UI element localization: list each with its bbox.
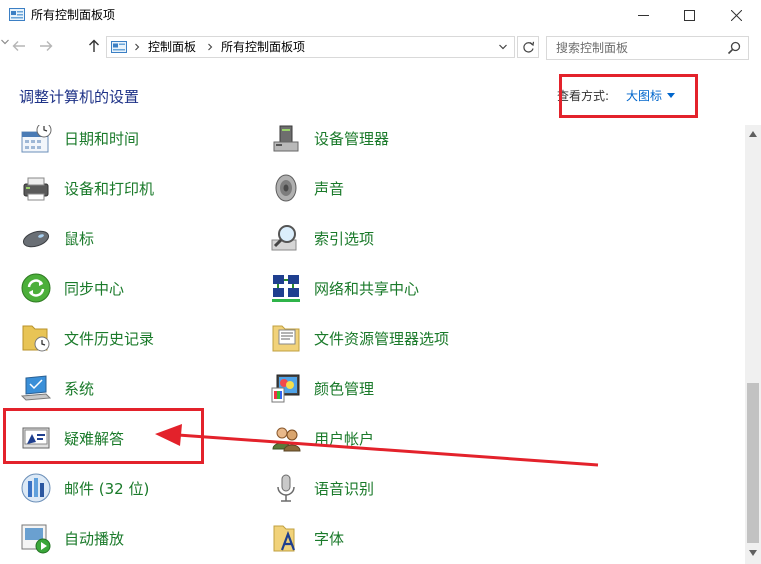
item-label: 日期和时间 bbox=[64, 130, 140, 148]
item-file-history[interactable]: 文件历史记录 bbox=[20, 318, 260, 358]
sync-icon bbox=[21, 273, 51, 303]
speaker-icon bbox=[275, 174, 297, 202]
search-box[interactable]: 搜索控制面板 bbox=[546, 36, 749, 60]
breadcrumb-control-panel[interactable]: 控制面板 bbox=[148, 39, 196, 55]
item-mouse[interactable]: 鼠标 bbox=[20, 218, 260, 258]
maximize-icon bbox=[684, 10, 695, 21]
minimize-icon bbox=[638, 15, 649, 16]
autoplay-icon bbox=[21, 524, 51, 554]
up-arrow-icon[interactable] bbox=[87, 39, 101, 53]
close-icon bbox=[731, 10, 742, 21]
item-sync-center[interactable]: 同步中心 bbox=[20, 268, 260, 308]
item-label: 索引选项 bbox=[314, 230, 375, 248]
item-label: 字体 bbox=[314, 530, 345, 548]
item-color-management[interactable]: 颜色管理 bbox=[270, 368, 510, 408]
item-label: 设备和打印机 bbox=[64, 180, 155, 198]
title-bar: 所有控制面板项 bbox=[0, 0, 761, 31]
magnifier-icon bbox=[271, 225, 297, 251]
search-input[interactable]: 搜索控制面板 bbox=[556, 40, 628, 56]
navigation-bar: 控制面板 所有控制面板项 搜索控制面板 bbox=[0, 31, 761, 63]
item-label: 颜色管理 bbox=[314, 380, 375, 398]
page-title: 调整计算机的设置 bbox=[19, 88, 140, 106]
item-fonts[interactable]: 字体 bbox=[270, 518, 510, 558]
font-folder-icon bbox=[273, 525, 296, 552]
item-date-time[interactable]: 日期和时间 bbox=[20, 125, 260, 158]
item-label: 邮件 (32 位) bbox=[64, 480, 150, 498]
user-accounts-icon bbox=[272, 427, 301, 452]
printer-icon bbox=[23, 177, 49, 201]
item-user-accounts[interactable]: 用户帐户 bbox=[270, 418, 510, 458]
item-folder-options[interactable]: 文件资源管理器选项 bbox=[270, 318, 510, 358]
item-label: 系统 bbox=[64, 380, 95, 398]
calendar-clock-icon bbox=[21, 125, 52, 153]
file-history-icon bbox=[22, 325, 50, 352]
item-label: 语音识别 bbox=[314, 480, 375, 498]
device-manager-icon bbox=[273, 125, 299, 152]
window-title: 所有控制面板项 bbox=[31, 8, 116, 22]
scroll-up-arrow-icon[interactable] bbox=[749, 131, 757, 137]
close-button[interactable] bbox=[714, 0, 760, 31]
vertical-scrollbar[interactable] bbox=[745, 125, 761, 564]
item-indexing-options[interactable]: 索引选项 bbox=[270, 218, 510, 258]
microphone-icon bbox=[277, 474, 295, 502]
breadcrumb-chevron-icon[interactable] bbox=[206, 43, 214, 51]
item-label: 文件资源管理器选项 bbox=[314, 330, 450, 348]
address-dropdown-chevron-icon[interactable] bbox=[498, 43, 508, 51]
address-bar[interactable]: 控制面板 所有控制面板项 bbox=[106, 36, 515, 58]
item-label: 自动播放 bbox=[64, 530, 125, 548]
recent-locations-chevron-icon[interactable] bbox=[0, 38, 10, 46]
control-panel-icon bbox=[9, 8, 25, 21]
refresh-button[interactable] bbox=[517, 36, 539, 58]
color-management-icon bbox=[271, 374, 300, 403]
item-sound[interactable]: 声音 bbox=[270, 168, 510, 208]
item-system[interactable]: 系统 bbox=[20, 368, 260, 408]
search-icon[interactable] bbox=[727, 41, 741, 55]
breadcrumb-chevron-icon[interactable] bbox=[133, 43, 141, 51]
breadcrumb-all-items[interactable]: 所有控制面板项 bbox=[221, 39, 305, 55]
item-speech-recognition[interactable]: 语音识别 bbox=[270, 468, 510, 508]
laptop-icon bbox=[20, 375, 52, 401]
folder-options-icon bbox=[272, 325, 300, 352]
item-device-manager[interactable]: 设备管理器 bbox=[270, 125, 510, 158]
control-panel-items: 日期和时间 设备管理器 设备和打印机 声音 鼠标 索引选项 同步中心 网络和共享… bbox=[0, 125, 745, 564]
item-label: 用户帐户 bbox=[314, 430, 375, 448]
item-label: 声音 bbox=[314, 180, 345, 198]
maximize-button[interactable] bbox=[667, 0, 713, 31]
item-label: 文件历史记录 bbox=[64, 330, 155, 348]
scroll-down-arrow-icon[interactable] bbox=[749, 550, 757, 556]
item-mail[interactable]: 邮件 (32 位) bbox=[20, 468, 260, 508]
item-label: 同步中心 bbox=[64, 280, 125, 298]
item-devices-printers[interactable]: 设备和打印机 bbox=[20, 168, 260, 208]
item-label: 设备管理器 bbox=[314, 130, 390, 148]
item-label: 网络和共享中心 bbox=[314, 280, 420, 298]
mouse-icon bbox=[22, 230, 50, 248]
control-panel-icon bbox=[111, 41, 127, 53]
item-network-sharing[interactable]: 网络和共享中心 bbox=[270, 268, 510, 308]
item-autoplay[interactable]: 自动播放 bbox=[20, 518, 260, 558]
item-label: 鼠标 bbox=[64, 230, 95, 248]
mail-icon bbox=[21, 473, 51, 503]
control-panel-window: 所有控制面板项 控制面板 所有控制面板项 搜索控制面板 调整计算机的设置 查看方… bbox=[0, 0, 761, 564]
highlight-box-view-by bbox=[559, 74, 698, 118]
minimize-button[interactable] bbox=[621, 0, 667, 31]
scrollbar-thumb[interactable] bbox=[747, 383, 759, 543]
refresh-icon bbox=[523, 41, 535, 53]
back-arrow-icon[interactable] bbox=[12, 39, 26, 53]
forward-arrow-icon[interactable] bbox=[39, 39, 53, 53]
network-icon bbox=[272, 275, 300, 302]
highlight-box-troubleshooting bbox=[3, 408, 204, 464]
